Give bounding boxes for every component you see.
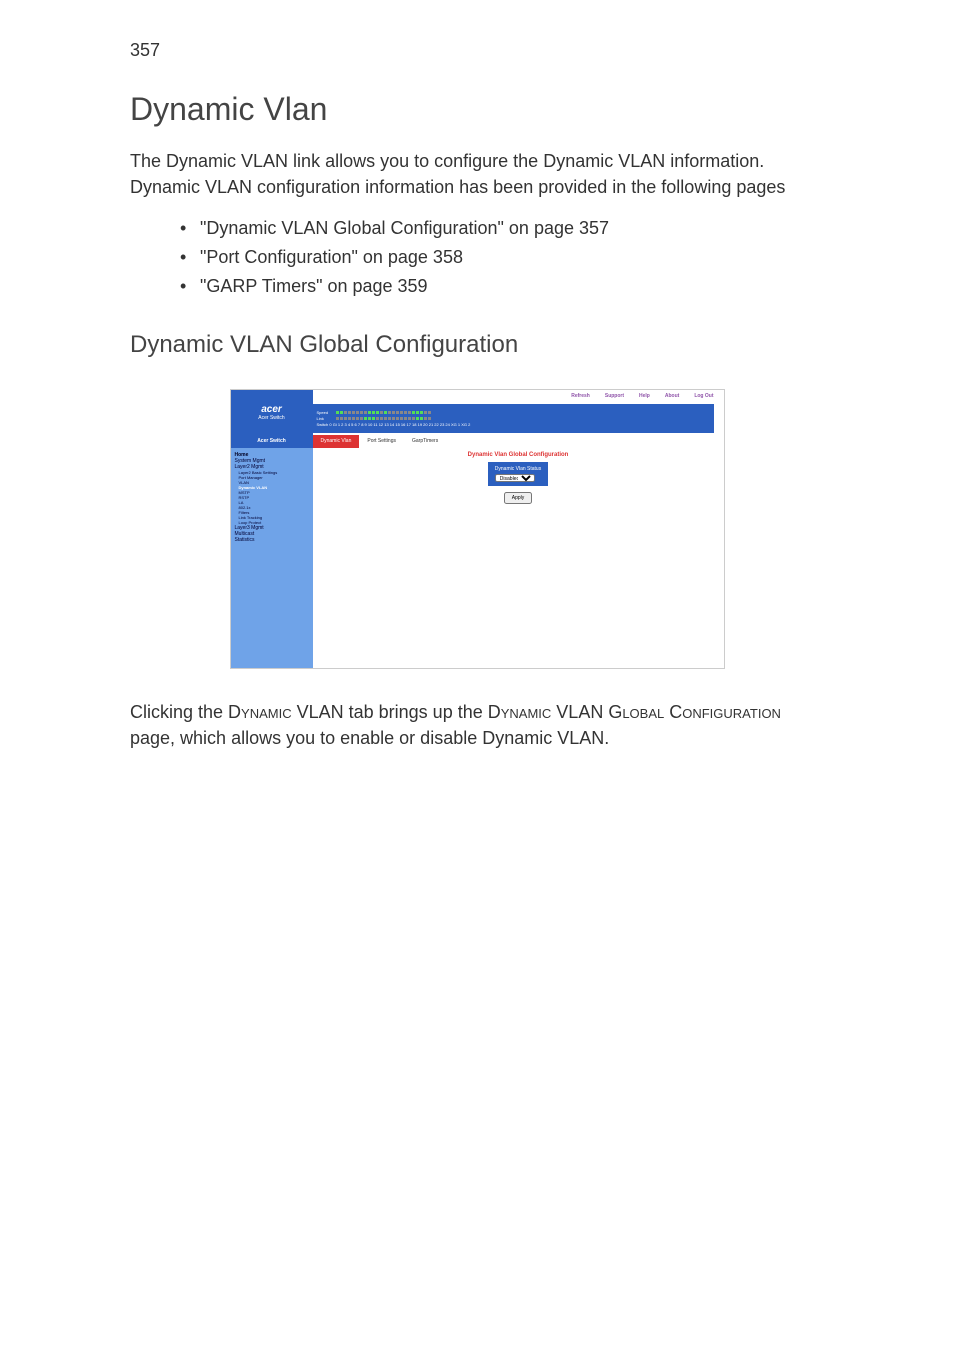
bullet-item: "Dynamic VLAN Global Configuration" on p… <box>180 214 824 243</box>
link-support[interactable]: Support <box>605 393 624 399</box>
page-number: 357 <box>130 40 824 61</box>
admin-ui-screenshot: acer Acer Switch Refresh Support Help Ab… <box>230 389 725 669</box>
field-label: Dynamic Vlan Status <box>492 465 544 473</box>
smallcaps-text: Dynamic <box>228 702 292 722</box>
switch-port-numbers: Switch 0 Gi 1 2 3 4 5 6 7 8 9 10 11 12 1… <box>317 422 710 427</box>
port-led <box>404 411 407 414</box>
port-led <box>404 417 407 420</box>
port-led <box>416 417 419 420</box>
ss-body: Home System Mgmt Layer2 Mgmt Layer2 Basi… <box>231 448 724 668</box>
port-led <box>400 417 403 420</box>
port-led <box>348 411 351 414</box>
port-led <box>380 411 383 414</box>
port-led <box>352 411 355 414</box>
port-led <box>388 411 391 414</box>
smallcaps-text: Global Configuration <box>608 702 781 722</box>
port-led <box>392 417 395 420</box>
tab-dynamic-vlan[interactable]: Dynamic Vlan <box>313 435 360 448</box>
port-led <box>424 417 427 420</box>
port-led <box>412 411 415 414</box>
port-led <box>428 417 431 420</box>
port-led <box>336 417 339 420</box>
port-led <box>400 411 403 414</box>
port-led <box>376 411 379 414</box>
port-led <box>360 417 363 420</box>
port-led <box>368 411 371 414</box>
port-led <box>340 417 343 420</box>
port-led <box>360 411 363 414</box>
bullet-item: "Port Configuration" on page 358 <box>180 243 824 272</box>
main-panel: Dynamic Vlan Global Configuration Dynami… <box>313 448 724 668</box>
config-form: Dynamic Vlan Status Disabled <box>488 462 548 486</box>
tab-port-settings[interactable]: Port Settings <box>359 435 404 448</box>
port-led <box>420 417 423 420</box>
smallcaps-text: Dynamic <box>488 702 552 722</box>
intro-paragraph: The Dynamic VLAN link allows you to conf… <box>130 148 824 200</box>
tab-garp-timers[interactable]: GarpTimers <box>404 435 446 448</box>
port-led <box>356 417 359 420</box>
sidebar-title: Acer Switch <box>231 435 313 448</box>
port-led <box>364 417 367 420</box>
dynamic-vlan-status-select[interactable]: Disabled <box>495 474 535 482</box>
port-led <box>408 411 411 414</box>
port-led <box>408 417 411 420</box>
port-led <box>416 411 419 414</box>
port-led <box>372 417 375 420</box>
top-links: Refresh Support Help About Log Out <box>313 390 724 402</box>
closing-paragraph: Clicking the Dynamic VLAN tab brings up … <box>130 699 824 751</box>
ss-header: acer Acer Switch Refresh Support Help Ab… <box>231 390 724 435</box>
bullet-item: "GARP Timers" on page 359 <box>180 272 824 301</box>
link-about[interactable]: About <box>665 393 679 399</box>
sidebar-nav: Home System Mgmt Layer2 Mgmt Layer2 Basi… <box>231 448 313 668</box>
brand-block: acer Acer Switch <box>231 390 313 435</box>
port-led <box>376 417 379 420</box>
port-led <box>344 411 347 414</box>
port-led <box>352 417 355 420</box>
port-led <box>340 411 343 414</box>
port-led <box>336 411 339 414</box>
section-heading: Dynamic VLAN Global Configuration <box>130 331 824 359</box>
port-led <box>364 411 367 414</box>
speed-row: Speed <box>317 410 710 415</box>
port-led <box>384 417 387 420</box>
port-led <box>380 417 383 420</box>
link-label: Link <box>317 416 335 421</box>
port-led <box>356 411 359 414</box>
document-page: 357 Dynamic Vlan The Dynamic VLAN link a… <box>0 40 954 751</box>
port-led <box>348 417 351 420</box>
port-led <box>428 411 431 414</box>
speed-label: Speed <box>317 410 335 415</box>
link-logout[interactable]: Log Out <box>694 393 713 399</box>
port-led <box>420 411 423 414</box>
ss-tabs-row: Acer Switch Dynamic Vlan Port Settings G… <box>231 435 724 448</box>
port-led <box>396 411 399 414</box>
link-row: Link <box>317 416 710 421</box>
panel-title: Dynamic Vlan Global Configuration <box>468 452 569 458</box>
port-led <box>372 411 375 414</box>
header-right: Refresh Support Help About Log Out Speed… <box>313 390 724 435</box>
link-help[interactable]: Help <box>639 393 650 399</box>
nav-statistics[interactable]: Statistics <box>235 537 309 543</box>
port-led <box>384 411 387 414</box>
port-status-panel: Speed Link Switch 0 Gi 1 2 3 4 5 6 7 8 9… <box>313 404 714 433</box>
port-led <box>396 417 399 420</box>
port-led <box>344 417 347 420</box>
page-title: Dynamic Vlan <box>130 91 824 128</box>
screenshot-container: acer Acer Switch Refresh Support Help Ab… <box>130 389 824 669</box>
apply-button[interactable]: Apply <box>504 492 533 504</box>
port-led <box>424 411 427 414</box>
link-refresh[interactable]: Refresh <box>571 393 590 399</box>
port-led <box>412 417 415 420</box>
port-led <box>388 417 391 420</box>
port-led <box>392 411 395 414</box>
brand-logo: acer <box>261 404 282 415</box>
bullet-list: "Dynamic VLAN Global Configuration" on p… <box>130 214 824 300</box>
brand-subtitle: Acer Switch <box>258 415 284 421</box>
port-led <box>368 417 371 420</box>
